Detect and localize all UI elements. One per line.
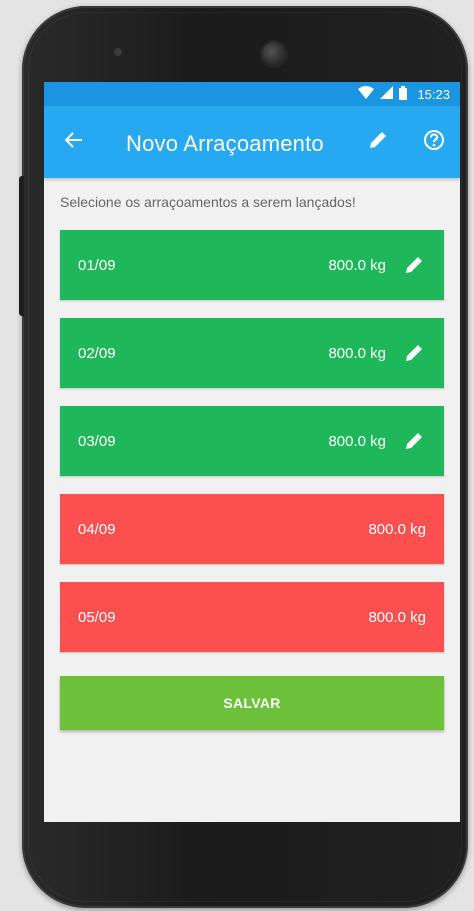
- help-circle-icon: [423, 129, 445, 156]
- pencil-icon[interactable]: [402, 253, 426, 277]
- help-button[interactable]: [420, 128, 448, 156]
- pencil-icon[interactable]: [402, 429, 426, 453]
- feed-weight: 800.0 kg: [328, 344, 386, 362]
- edit-button[interactable]: [364, 128, 392, 156]
- page-title: Novo Arraçoamento: [126, 131, 324, 156]
- status-time: 15:23: [417, 86, 450, 102]
- feed-date: 03/09: [78, 432, 116, 450]
- content: Selecione os arraçoamentos a serem lança…: [44, 194, 460, 730]
- back-button[interactable]: [60, 128, 88, 156]
- save-button[interactable]: SALVAR: [60, 676, 444, 730]
- feed-item[interactable]: 04/09 800.0 kg: [60, 494, 444, 564]
- feed-date: 02/09: [78, 344, 116, 362]
- feed-list: 01/09 800.0 kg 02/09 800.0 kg 03/09 800.0 kg 0…: [60, 230, 444, 652]
- status-bar: 15:23: [44, 82, 460, 106]
- pencil-icon[interactable]: [402, 341, 426, 365]
- feed-weight: 800.0 kg: [328, 256, 386, 274]
- arrow-left-icon: [64, 131, 83, 153]
- feed-date: 04/09: [78, 520, 116, 538]
- feed-weight: 800.0 kg: [328, 432, 386, 450]
- feed-weight: 800.0 kg: [368, 608, 426, 626]
- side-button: [19, 176, 24, 316]
- instruction-text: Selecione os arraçoamentos a serem lança…: [60, 194, 356, 210]
- feed-weight: 800.0 kg: [368, 520, 426, 538]
- screen: 15:23 Novo Arraçoamento Selecione os arr…: [44, 82, 460, 822]
- feed-item[interactable]: 02/09 800.0 kg: [60, 318, 444, 388]
- feed-item[interactable]: 01/09 800.0 kg: [60, 230, 444, 300]
- signal-icon: [380, 86, 394, 102]
- pencil-icon: [368, 130, 388, 155]
- feed-date: 01/09: [78, 256, 116, 274]
- battery-icon: [399, 85, 408, 103]
- feed-item[interactable]: 03/09 800.0 kg: [60, 406, 444, 476]
- front-camera: [262, 42, 286, 66]
- proximity-sensor: [114, 48, 122, 56]
- feed-date: 05/09: [78, 608, 116, 626]
- phone-frame: 15:23 Novo Arraçoamento Selecione os arr…: [22, 6, 468, 908]
- wifi-icon: [358, 86, 375, 102]
- app-bar: Novo Arraçoamento: [44, 106, 460, 178]
- feed-item[interactable]: 05/09 800.0 kg: [60, 582, 444, 652]
